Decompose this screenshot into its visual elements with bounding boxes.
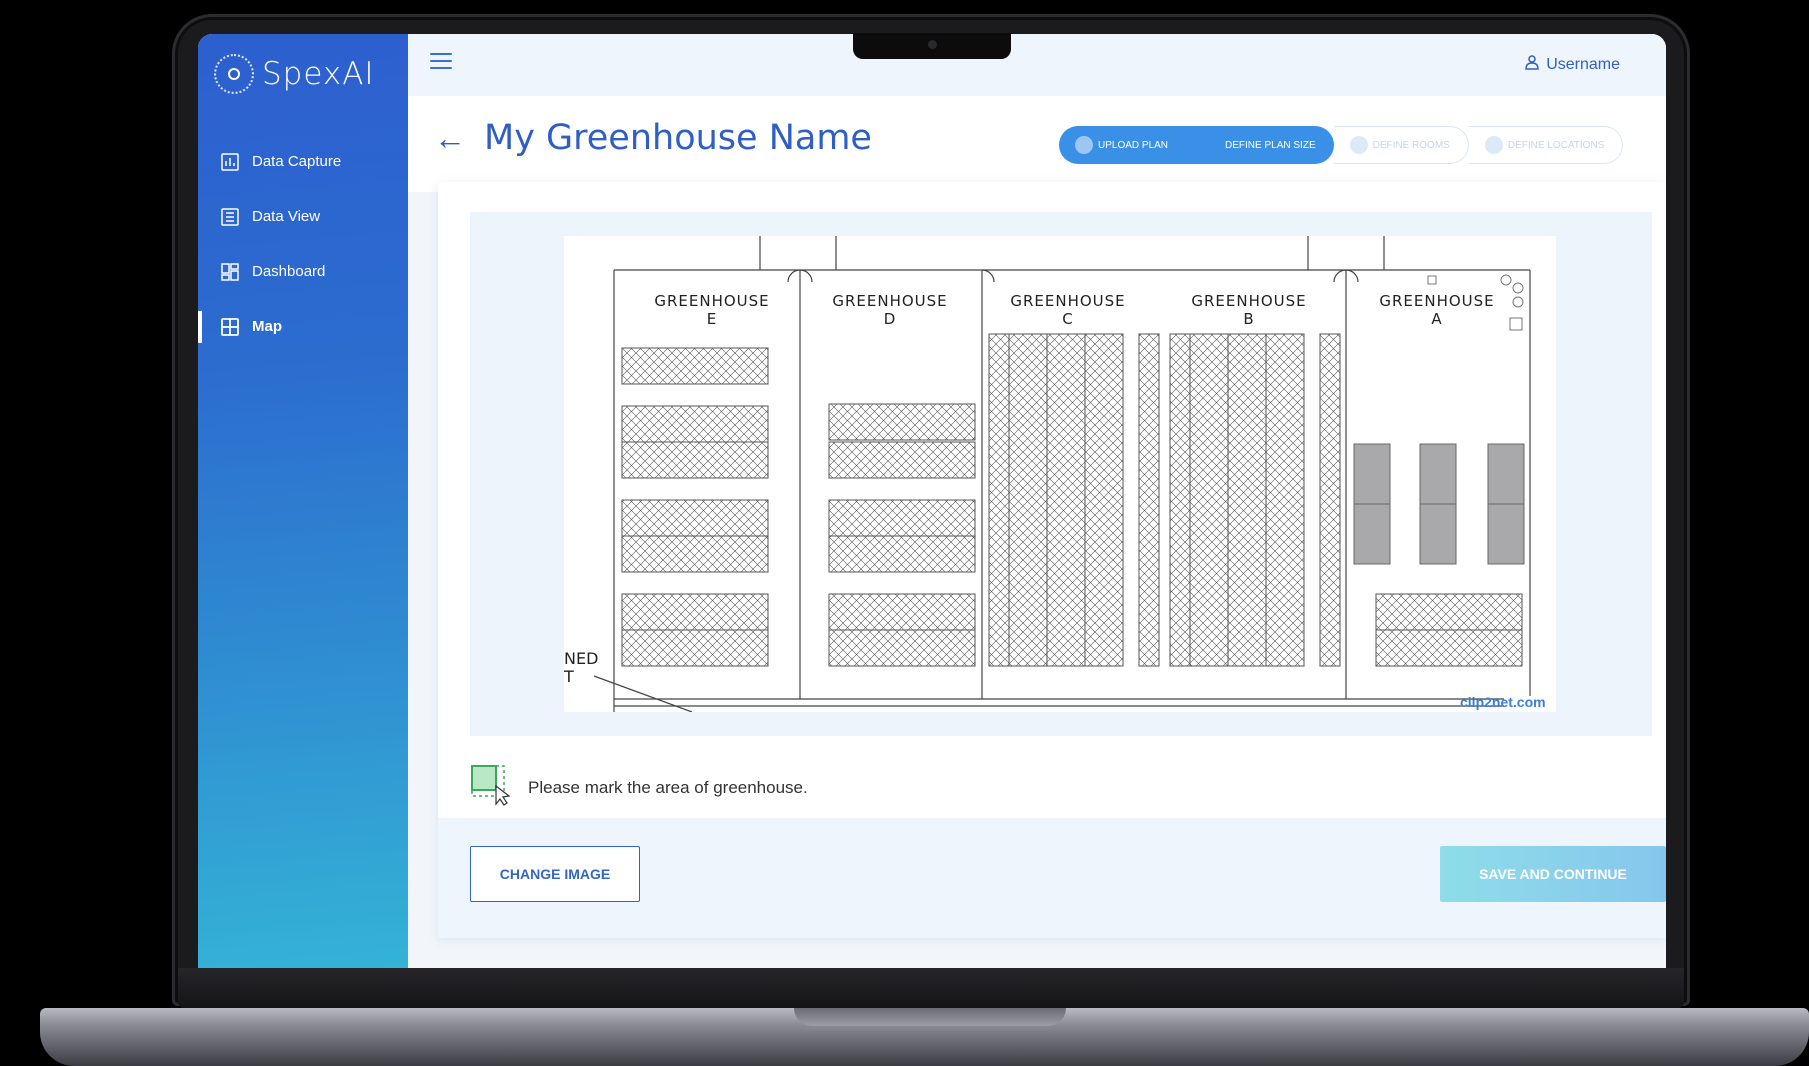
- step-icon: [1075, 136, 1093, 154]
- app-screen: SpexAI Data Capture Data View Dashboard: [198, 34, 1666, 968]
- floor-plan-drawing: GREENHOUSE E GREENHOUSE D GREENHOUSE C G…: [563, 236, 1546, 714]
- floor-plan-image[interactable]: GREENHOUSE E GREENHOUSE D GREENHOUSE C G…: [563, 236, 1556, 714]
- step-label: DEFINE ROOMS: [1372, 139, 1450, 151]
- top-bar: Username: [408, 34, 1666, 96]
- step-label: UPLOAD PLAN: [1098, 139, 1169, 151]
- sidebar-item-label: Map: [252, 318, 282, 335]
- username: Username: [1546, 55, 1620, 73]
- greenhouse-e-label: GREENHOUSE: [654, 292, 769, 310]
- instruction-text: Please mark the area of greenhouse.: [528, 777, 808, 797]
- bar-chart-icon: [220, 152, 240, 172]
- camera-notch: [853, 33, 1011, 59]
- page-title: My Greenhouse Name: [484, 118, 872, 158]
- user-menu[interactable]: Username: [1524, 54, 1620, 75]
- change-image-button[interactable]: CHANGE IMAGE: [470, 846, 640, 902]
- step-define-rooms[interactable]: DEFINE ROOMS: [1333, 126, 1469, 164]
- step-icon: [1349, 136, 1368, 154]
- sidebar-item-dashboard[interactable]: Dashboard: [198, 244, 408, 299]
- laptop-base-notch: [794, 1008, 1066, 1026]
- laptop-chin: [178, 968, 1684, 1008]
- page-header: ← My Greenhouse Name UPLOAD PLAN DEFINE …: [408, 96, 1666, 192]
- save-and-continue-button[interactable]: SAVE AND CONTINUE: [1440, 846, 1666, 902]
- greenhouse-b-letter: B: [1243, 310, 1254, 328]
- sidebar-item-map[interactable]: Map: [198, 299, 408, 354]
- step-label: DEFINE LOCATIONS: [1507, 139, 1605, 151]
- greenhouse-a-label: GREENHOUSE: [1379, 292, 1494, 310]
- map-grid-icon: [220, 317, 240, 337]
- list-icon: [220, 207, 240, 227]
- select-area-icon: [470, 764, 511, 811]
- arrow-left-icon[interactable]: ←: [434, 120, 466, 157]
- action-bar: CHANGE IMAGE SAVE AND CONTINUE: [438, 818, 1666, 938]
- edge-text-2: T: [564, 667, 574, 686]
- sidebar-nav: Data Capture Data View Dashboard Map: [198, 134, 408, 354]
- plan-card: GREENHOUSE E GREENHOUSE D GREENHOUSE C G…: [438, 182, 1666, 938]
- edge-text-1: NED: [564, 649, 598, 668]
- step-upload-plan[interactable]: UPLOAD PLAN: [1059, 126, 1187, 164]
- instruction: Please mark the area of greenhouse.: [470, 764, 808, 811]
- sidebar-item-label: Data View: [252, 208, 321, 225]
- step-icon: [1202, 136, 1220, 154]
- greenhouse-b-label: GREENHOUSE: [1191, 292, 1306, 310]
- stepper: UPLOAD PLAN DEFINE PLAN SIZE DEFINE ROOM…: [1059, 126, 1624, 164]
- plan-canvas[interactable]: GREENHOUSE E GREENHOUSE D GREENHOUSE C G…: [470, 212, 1652, 736]
- logo-text: SpexAI: [262, 56, 375, 92]
- user-icon: [1524, 54, 1540, 75]
- greenhouse-d-letter: D: [884, 310, 897, 328]
- sidebar: SpexAI Data Capture Data View Dashboard: [198, 34, 408, 968]
- greenhouse-c-letter: C: [1062, 310, 1073, 328]
- step-icon: [1484, 136, 1503, 154]
- greenhouse-e-letter: E: [707, 310, 717, 328]
- sidebar-item-label: Data Capture: [252, 153, 342, 170]
- step-label: DEFINE PLAN SIZE: [1225, 139, 1316, 151]
- step-define-locations[interactable]: DEFINE LOCATIONS: [1468, 126, 1624, 164]
- greenhouse-a-letter: A: [1431, 310, 1442, 328]
- logo-icon: [214, 54, 254, 94]
- greenhouse-c-label: GREENHOUSE: [1010, 292, 1125, 310]
- hamburger-icon[interactable]: [430, 53, 452, 71]
- step-define-plan-size[interactable]: DEFINE PLAN SIZE: [1186, 126, 1334, 164]
- sidebar-item-label: Dashboard: [252, 263, 326, 280]
- camera-icon: [928, 40, 937, 49]
- sidebar-item-data-capture[interactable]: Data Capture: [198, 134, 408, 189]
- dashboard-icon: [220, 262, 240, 282]
- logo[interactable]: SpexAI: [214, 54, 375, 94]
- greenhouse-d-label: GREENHOUSE: [832, 292, 947, 310]
- sidebar-item-data-view[interactable]: Data View: [198, 189, 408, 244]
- watermark: clip2net.com: [1460, 694, 1546, 710]
